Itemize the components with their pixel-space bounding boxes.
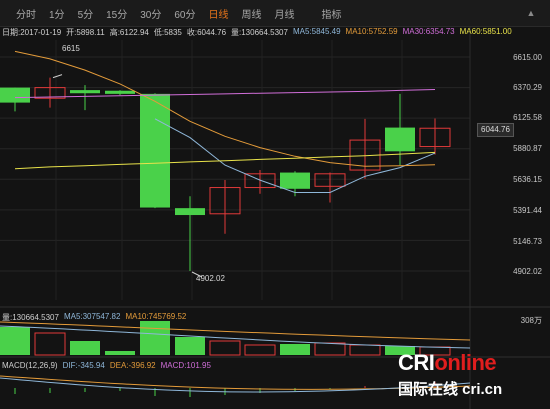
volume-bar bbox=[349, 344, 381, 356]
tab-period[interactable]: 月线 bbox=[275, 6, 295, 21]
info-high: 高:6122.94 bbox=[109, 28, 149, 37]
macd-info-row: MACD(12,26,9) DIF:-345.94 DEA:-396.92 MA… bbox=[2, 361, 216, 370]
price-info-row: 日期:2017-01-19 开:5898.11 高:6122.94 低:5835… bbox=[2, 27, 517, 39]
tab-period[interactable]: 60分 bbox=[174, 6, 195, 21]
volume-bar bbox=[244, 344, 276, 356]
candle-body bbox=[175, 208, 205, 216]
price-tick-label: 5391.44 bbox=[513, 206, 542, 215]
volume-bar bbox=[105, 351, 135, 355]
candle-body bbox=[0, 87, 30, 103]
info-ma10: MA10:5752.59 bbox=[345, 27, 398, 36]
volume-info-row: 量:130664.5307 MA5:307547.82 MA10:745769.… bbox=[2, 312, 191, 323]
chevron-up-icon[interactable]: ▲ bbox=[526, 8, 536, 18]
tab-period[interactable]: 分时 bbox=[16, 6, 36, 21]
toolbar: 分时 1分 5分 15分 30分 60分 日线 周线 月线 指标 ▲ bbox=[0, 0, 550, 27]
cri-online-watermark: CRIonline 国际在线 cri.cn bbox=[398, 350, 548, 406]
volume-bar bbox=[34, 332, 66, 356]
candle-body bbox=[385, 127, 415, 152]
watermark-subtitle: 国际在线 cri.cn bbox=[398, 381, 503, 398]
tab-period[interactable]: 周线 bbox=[242, 6, 262, 21]
info-date: 日期:2017-01-19 bbox=[2, 28, 62, 37]
tab-period[interactable]: 5分 bbox=[78, 6, 94, 21]
volume-ma10: MA10:745769.52 bbox=[125, 312, 187, 321]
candle-body bbox=[105, 90, 135, 94]
price-tick-label: 5636.15 bbox=[513, 175, 542, 184]
info-volume: 量:130664.5307 bbox=[231, 28, 288, 37]
high-marker-arrow bbox=[52, 74, 63, 79]
candle-body bbox=[140, 93, 170, 208]
watermark-brand-part1: CRI bbox=[398, 350, 435, 375]
macd-dea: DEA:-396.92 bbox=[109, 361, 156, 370]
info-ma30: MA30:6354.73 bbox=[402, 27, 455, 36]
macd-value: MACD:101.95 bbox=[160, 361, 211, 370]
volume-bar bbox=[0, 327, 30, 355]
price-tick-label: 5146.73 bbox=[513, 237, 542, 246]
tab-period[interactable]: 1分 bbox=[49, 6, 65, 21]
volume-bar bbox=[175, 337, 205, 355]
volume-axis-top: 308万 bbox=[520, 316, 542, 325]
candle-body bbox=[70, 90, 100, 94]
info-ma5: MA5:5845.49 bbox=[292, 27, 341, 36]
volume-ma5: MA5:307547.82 bbox=[63, 312, 121, 321]
last-price-tag: 6044.76 bbox=[477, 123, 514, 137]
volume-ma10-line bbox=[0, 321, 471, 341]
chart-canvas bbox=[0, 27, 550, 409]
price-tick-label: 5880.87 bbox=[513, 144, 542, 153]
price-tick-label: 6125.58 bbox=[513, 113, 542, 122]
info-open: 开:5898.11 bbox=[66, 28, 105, 37]
tab-indicator[interactable]: 指标 bbox=[322, 6, 342, 21]
volume-bar bbox=[209, 340, 241, 356]
info-ma60: MA60:5851.00 bbox=[459, 27, 512, 36]
macd-dif: DIF:-345.94 bbox=[62, 361, 105, 370]
low-annotation: 4902.02 bbox=[196, 274, 225, 283]
tab-period[interactable]: 30分 bbox=[140, 6, 161, 21]
watermark-brand-part2: online bbox=[434, 350, 497, 375]
volume-bar bbox=[314, 342, 346, 356]
volume-bar bbox=[70, 341, 100, 355]
volume-value: 量:130664.5307 bbox=[2, 313, 59, 322]
macd-title: MACD(12,26,9) bbox=[2, 361, 58, 370]
volume-bar bbox=[280, 344, 310, 355]
period-tabs: 分时 1分 5分 15分 30分 60分 日线 周线 月线 指标 bbox=[16, 0, 355, 26]
high-annotation: 6615 bbox=[62, 44, 80, 53]
tab-period[interactable]: 15分 bbox=[106, 6, 127, 21]
price-tick-label: 6370.29 bbox=[513, 83, 542, 92]
price-tick-label: 6615.00 bbox=[513, 53, 542, 62]
watermark-brand: CRIonline bbox=[398, 350, 497, 376]
info-low: 低:5835 bbox=[153, 28, 182, 37]
price-tick-label: 4902.02 bbox=[513, 267, 542, 276]
tab-period[interactable]: 日线 bbox=[209, 6, 229, 21]
volume-bar bbox=[140, 321, 170, 355]
info-close: 收:6044.76 bbox=[186, 28, 227, 37]
candle-body bbox=[280, 172, 310, 189]
